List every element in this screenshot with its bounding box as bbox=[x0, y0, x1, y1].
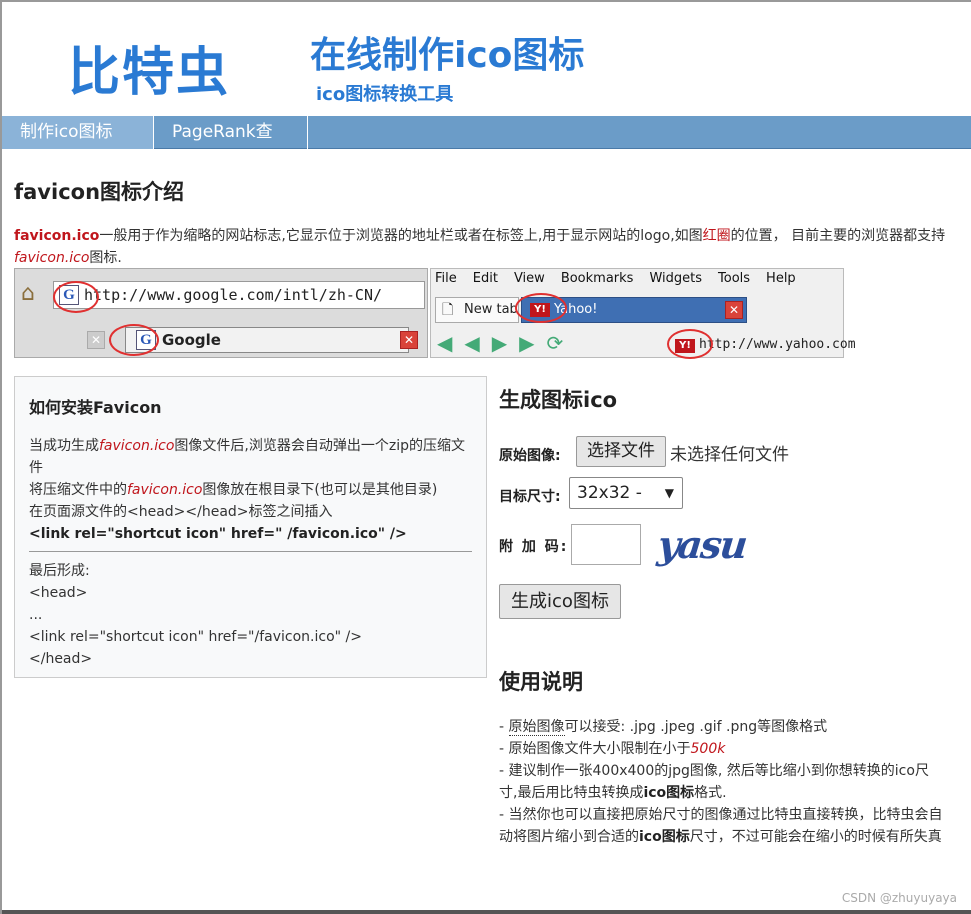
site-subtitle: ico图标转换工具 bbox=[316, 84, 454, 105]
install-title: 如何安装Favicon bbox=[29, 398, 162, 417]
menu-widgets: Widgets bbox=[649, 271, 703, 286]
demo-menu-bar: File Edit View Bookmarks Widgets Tools Help bbox=[431, 271, 808, 291]
demo-url: http://www.google.com/intl/zh-CN/ bbox=[84, 286, 383, 304]
intro-favicon-em: favicon.ico bbox=[14, 250, 90, 266]
highlight-circle bbox=[515, 293, 567, 323]
bottom-bar bbox=[2, 910, 971, 914]
usage-item: - 当然你也可以直接把原始尺寸的图像通过比特虫直接转换，比特虫会自动将图片缩小到… bbox=[499, 807, 943, 845]
usage-list: - 原始图像可以接受: .jpg .jpeg .gif .png等图像格式 - … bbox=[499, 716, 945, 848]
close-icon: ✕ bbox=[400, 331, 418, 349]
close-icon: ✕ bbox=[87, 331, 105, 349]
source-image-label: 原始图像: bbox=[499, 448, 561, 464]
demo-address-bar: G http://www.google.com/intl/zh-CN/ bbox=[53, 281, 425, 309]
browser-demo-image: ⌂ G http://www.google.com/intl/zh-CN/ ✕ … bbox=[14, 268, 856, 359]
install-line-1: 当成功生成favicon.ico图像文件后,浏览器会自动弹出一个zip的压缩文件 bbox=[29, 438, 465, 476]
captcha-input[interactable] bbox=[571, 524, 641, 565]
nav-arrows-icon: ◀◀▶▶⟳ bbox=[437, 331, 576, 355]
divider bbox=[29, 551, 472, 552]
menu-help: Help bbox=[766, 271, 796, 286]
demo-tab: G Google bbox=[125, 327, 409, 353]
generate-ico-button[interactable]: 生成ico图标 bbox=[499, 584, 621, 619]
main-nav: 制作ico图标 PageRank查询 bbox=[2, 116, 971, 175]
site-title: 在线制作ico图标 bbox=[310, 35, 585, 76]
captcha-label: 附 加 码: bbox=[499, 539, 569, 555]
highlight-circle bbox=[53, 281, 99, 313]
choose-file-button[interactable]: 选择文件 bbox=[576, 436, 666, 467]
menu-edit: Edit bbox=[472, 271, 498, 286]
menu-bookmarks: Bookmarks bbox=[560, 271, 634, 286]
demo-tab-label: Google bbox=[162, 331, 221, 349]
chevron-down-icon: ▼ bbox=[664, 486, 674, 500]
usage-title: 使用说明 bbox=[499, 670, 583, 694]
intro-text-a: 一般用于作为缩略的网站标志,它显示位于浏览器的地址栏或者在标签上,用于显示网站的… bbox=[99, 228, 703, 244]
result-label: 最后形成: bbox=[29, 563, 90, 579]
demo-new-tab-label: New tab bbox=[464, 302, 518, 317]
opera-demo: File Edit View Bookmarks Widgets Tools Help 🗋 … bbox=[430, 268, 856, 359]
intro-red-circle-text: 红圈 bbox=[702, 228, 731, 244]
intro-title: favicon图标介绍 bbox=[14, 180, 185, 204]
target-size-select[interactable]: 32x32 - ▼ bbox=[569, 477, 683, 509]
demo-yahoo-url: http://www.yahoo.com bbox=[699, 337, 856, 352]
target-size-value: 32x32 - bbox=[577, 483, 642, 503]
install-line-2: 将压缩文件中的favicon.ico图像放在根目录下(也可以是其他目录) bbox=[29, 482, 438, 498]
nav-item-pagerank[interactable]: PageRank查询 bbox=[154, 116, 308, 175]
favicon-term: favicon.ico bbox=[14, 228, 100, 244]
menu-view: View bbox=[513, 271, 545, 286]
install-line-3: 在页面源文件的<head></head>标签之间插入 bbox=[29, 504, 333, 520]
highlight-circle bbox=[667, 329, 713, 359]
target-size-label: 目标尺寸: bbox=[499, 489, 561, 505]
usage-item: - 建议制作一张400x400的jpg图像, 然后等比缩小到你想转换的ico尺寸… bbox=[499, 763, 929, 801]
demo-new-tab: 🗋 New tab bbox=[435, 297, 519, 323]
install-guide-box: 如何安装Favicon 当成功生成favicon.ico图像文件后,浏览器会自动… bbox=[14, 376, 487, 678]
usage-item: - 原始图像可以接受: .jpg .jpeg .gif .png等图像格式 bbox=[499, 719, 828, 736]
menu-file: File bbox=[435, 271, 457, 286]
nav-item-make-ico[interactable]: 制作ico图标 bbox=[2, 116, 154, 149]
file-status-text: 未选择任何文件 bbox=[670, 445, 789, 465]
result-line: </head> bbox=[29, 651, 93, 667]
intro-text-b: 的位置， 目前主要的浏览器都支持 bbox=[730, 228, 946, 244]
install-code-snippet: <link rel="shortcut icon" href=" /favico… bbox=[29, 526, 407, 542]
usage-item: - 原始图像文件大小限制在小于500k bbox=[499, 741, 726, 757]
intro-text-c: 图标. bbox=[89, 250, 122, 266]
site-logo[interactable]: 比特虫 bbox=[68, 30, 230, 105]
highlight-circle bbox=[109, 324, 159, 356]
home-icon: ⌂ bbox=[21, 281, 35, 306]
captcha-image[interactable]: yasu bbox=[656, 522, 748, 567]
watermark: CSDN @zhuyuyaya bbox=[841, 891, 957, 905]
close-icon: ✕ bbox=[725, 301, 743, 319]
firefox-demo: ⌂ G http://www.google.com/intl/zh-CN/ ✕ … bbox=[14, 268, 428, 358]
result-line: <link rel="shortcut icon" href="/favicon… bbox=[29, 629, 362, 645]
menu-tools: Tools bbox=[718, 271, 751, 286]
intro-paragraph: favicon.ico一般用于作为缩略的网站标志,它显示位于浏览器的地址栏或者在… bbox=[14, 225, 959, 269]
result-line: ... bbox=[29, 607, 43, 623]
document-icon: 🗋 bbox=[442, 302, 454, 318]
result-line: <head> bbox=[29, 585, 88, 601]
generator-title: 生成图标ico bbox=[499, 388, 618, 412]
